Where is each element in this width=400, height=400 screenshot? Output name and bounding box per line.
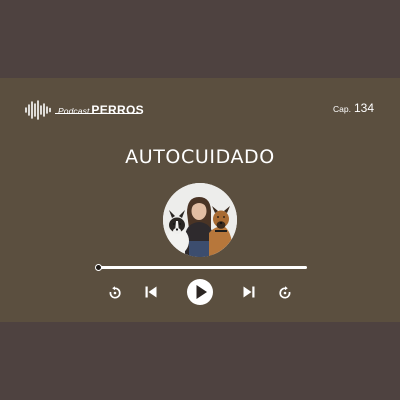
sound-wave-icon [24, 100, 54, 120]
progress-bar[interactable] [95, 264, 307, 271]
progress-handle[interactable] [95, 264, 102, 271]
previous-button[interactable] [144, 285, 158, 299]
episode-label: Cap. [333, 104, 351, 114]
forward-button[interactable] [278, 286, 292, 300]
episode-number: Cap. 134 [333, 101, 374, 115]
skip-previous-icon [144, 285, 158, 299]
brand-underline [55, 113, 141, 114]
fast-forward-icon [278, 286, 292, 300]
episode-title: AUTOCUIDADO [125, 146, 275, 168]
play-icon [187, 279, 213, 305]
brand-big-label: PERROS [91, 103, 144, 117]
play-button[interactable] [187, 279, 213, 305]
replay-button[interactable] [108, 286, 122, 300]
next-button[interactable] [242, 285, 256, 299]
episode-value: 134 [353, 101, 374, 115]
brand-small-label: Podcast [58, 106, 90, 116]
skip-next-icon [242, 285, 256, 299]
brand-name: Podcast PERROS [58, 103, 144, 117]
rewind-icon [108, 286, 122, 300]
cover-photo [163, 183, 237, 257]
podcast-brand: Podcast PERROS [24, 100, 144, 120]
